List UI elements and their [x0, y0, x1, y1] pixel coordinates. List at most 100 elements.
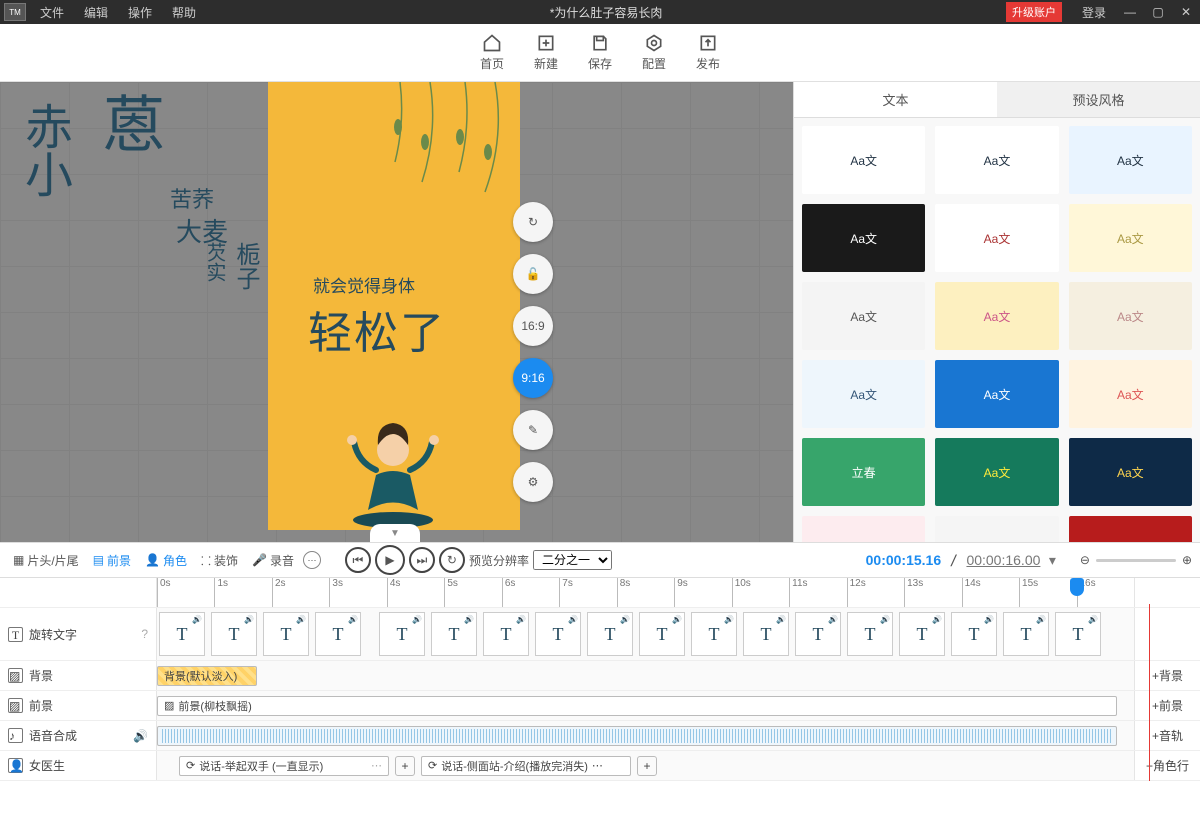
- minimize-button[interactable]: —: [1116, 5, 1144, 19]
- role-clip-2[interactable]: ⟳ 说话-侧面站-介绍(播放完消失) ⋯: [421, 756, 631, 776]
- text-clip[interactable]: T: [263, 612, 309, 656]
- text-clip[interactable]: T: [315, 612, 361, 656]
- text-clip[interactable]: T: [1003, 612, 1049, 656]
- menu-file[interactable]: 文件: [30, 4, 74, 21]
- style-thumbnail[interactable]: Aa文: [1069, 282, 1192, 350]
- zoom-slider[interactable]: [1096, 559, 1176, 562]
- canvas-area[interactable]: 赤小 蒽 苦荞 大麦 芡实 栀子 就会觉得身体 轻松了 ↻ 🔓 16:9 9:1…: [0, 82, 793, 542]
- canvas-ratio-916-button[interactable]: 9:16: [513, 358, 553, 398]
- upgrade-button[interactable]: 升级账户: [1006, 2, 1062, 22]
- tl-tab-role[interactable]: 👤角色: [140, 549, 192, 572]
- add-fg-button[interactable]: + 前景: [1134, 691, 1200, 720]
- maximize-button[interactable]: ▢: [1144, 5, 1172, 19]
- text-clip[interactable]: T: [483, 612, 529, 656]
- text-clip[interactable]: T: [847, 612, 893, 656]
- zoom-in-icon[interactable]: ⊕: [1182, 553, 1192, 567]
- tab-text[interactable]: 文本: [794, 82, 997, 117]
- add-audio-button[interactable]: + 音轨: [1134, 721, 1200, 750]
- text-clip[interactable]: T: [379, 612, 425, 656]
- new-button[interactable]: 新建: [534, 33, 558, 72]
- style-thumbnail[interactable]: Aa文: [935, 204, 1058, 272]
- menu-action[interactable]: 操作: [118, 4, 162, 21]
- track-fg-lane[interactable]: ▨ 前景(柳枝飘摇): [157, 691, 1134, 720]
- close-button[interactable]: ✕: [1172, 5, 1200, 19]
- menu-help[interactable]: 帮助: [162, 4, 206, 21]
- save-button[interactable]: 保存: [588, 33, 612, 72]
- add-role-row-button[interactable]: + 角色行: [1134, 751, 1200, 780]
- style-thumbnail[interactable]: Aa文: [1069, 438, 1192, 506]
- config-button[interactable]: 配置: [642, 33, 666, 72]
- playhead[interactable]: [1070, 578, 1084, 596]
- person-icon: 👤: [145, 553, 160, 567]
- track-bg-lane[interactable]: 背景(默认淡入): [157, 661, 1134, 690]
- tl-tab-foreground[interactable]: ▤前景: [88, 549, 136, 572]
- style-thumbnail[interactable]: Aa文: [1069, 204, 1192, 272]
- zoom-out-icon[interactable]: ⊖: [1080, 553, 1090, 567]
- style-thumbnail[interactable]: Aa文: [802, 282, 925, 350]
- tl-tab-decor[interactable]: ⸬装饰: [196, 549, 243, 572]
- tl-tab-head-tail[interactable]: ▦片头/片尾: [8, 549, 84, 572]
- home-button[interactable]: 首页: [480, 33, 504, 72]
- mic-icon: 🎤: [252, 553, 267, 567]
- tl-loop-button[interactable]: ↻: [439, 547, 465, 573]
- time-current: 00:00:15.16: [866, 552, 942, 568]
- timeline-ruler[interactable]: 0s1s2s3s4s5s6s7s8s9s10s11s12s13s14s15s16…: [0, 578, 1200, 608]
- tab-preset-style[interactable]: 预设风格: [997, 82, 1200, 117]
- role-clip-1[interactable]: ⟳ 说话-举起双手 (一直显示) ⋯: [179, 756, 389, 776]
- style-thumbnail[interactable]: 立春: [802, 438, 925, 506]
- canvas-settings-button[interactable]: ⚙: [513, 462, 553, 502]
- text-clip[interactable]: T: [899, 612, 945, 656]
- text-clip[interactable]: T: [159, 612, 205, 656]
- text-clip[interactable]: T: [795, 612, 841, 656]
- login-button[interactable]: 登录: [1072, 4, 1116, 21]
- help-icon[interactable]: ?: [141, 627, 148, 641]
- style-thumbnail[interactable]: Aa文: [1069, 126, 1192, 194]
- speaker-icon[interactable]: 🔊: [133, 729, 148, 743]
- style-thumbnail[interactable]: Aa文: [935, 360, 1058, 428]
- time-total[interactable]: 00:00:16.00: [966, 552, 1040, 568]
- add-bg-button[interactable]: + 背景: [1134, 661, 1200, 690]
- track-role-lane[interactable]: ⟳ 说话-举起双手 (一直显示) ⋯ + ⟳ 说话-侧面站-介绍(播放完消失) …: [157, 751, 1134, 780]
- tl-play-button[interactable]: ▶: [375, 545, 405, 575]
- tl-next-button[interactable]: ⏭: [409, 547, 435, 573]
- style-thumbnail[interactable]: Aa文: [935, 438, 1058, 506]
- add-role-clip-between[interactable]: +: [395, 756, 415, 776]
- canvas-expand-tab[interactable]: ▼: [370, 524, 420, 542]
- resolution-select[interactable]: 二分之一: [533, 550, 612, 570]
- text-clip[interactable]: T: [639, 612, 685, 656]
- bg-clip[interactable]: 背景(默认淡入): [157, 666, 257, 686]
- style-thumbnail[interactable]: Aa文: [1069, 360, 1192, 428]
- style-thumbnail[interactable]: Aa文: [802, 204, 925, 272]
- style-thumbnail[interactable]: 一年赚: [935, 516, 1058, 542]
- tl-tab-record[interactable]: 🎤录音: [247, 549, 299, 572]
- tts-clip[interactable]: [157, 726, 1117, 746]
- style-thumbnail[interactable]: Aa文: [935, 282, 1058, 350]
- canvas-ratio-169-button[interactable]: 16:9: [513, 306, 553, 346]
- style-thumbnail[interactable]: Aa文: [1069, 516, 1192, 542]
- style-thumbnail[interactable]: Aa文: [935, 126, 1058, 194]
- style-thumbnail[interactable]: Aa文: [802, 360, 925, 428]
- style-thumbnail[interactable]: Aa文: [802, 126, 925, 194]
- tl-more-button[interactable]: ⋯: [303, 551, 321, 569]
- fg-clip[interactable]: ▨ 前景(柳枝飘摇): [157, 696, 1117, 716]
- text-clip[interactable]: T: [587, 612, 633, 656]
- text-clip[interactable]: T: [535, 612, 581, 656]
- text-clip[interactable]: T: [951, 612, 997, 656]
- text-clip[interactable]: T: [431, 612, 477, 656]
- track-text-lane[interactable]: TTTTTTTTTTTTTTTTTT: [157, 608, 1134, 660]
- track-bg: ▨背景 背景(默认淡入) + 背景: [0, 661, 1200, 691]
- publish-button[interactable]: 发布: [696, 33, 720, 72]
- menu-edit[interactable]: 编辑: [74, 4, 118, 21]
- style-thumbnail[interactable]: Aa文: [802, 516, 925, 542]
- canvas-refresh-button[interactable]: ↻: [513, 202, 553, 242]
- add-role-clip-after[interactable]: +: [637, 756, 657, 776]
- text-clip[interactable]: T: [743, 612, 789, 656]
- tl-prev-button[interactable]: ⏮: [345, 547, 371, 573]
- text-clip[interactable]: T: [691, 612, 737, 656]
- canvas-lock-button[interactable]: 🔓: [513, 254, 553, 294]
- canvas-portrait[interactable]: 就会觉得身体 轻松了: [268, 82, 520, 530]
- text-clip[interactable]: T: [211, 612, 257, 656]
- canvas-edit-button[interactable]: ✎: [513, 410, 553, 450]
- text-clip[interactable]: T: [1055, 612, 1101, 656]
- track-tts-lane[interactable]: [157, 721, 1134, 750]
